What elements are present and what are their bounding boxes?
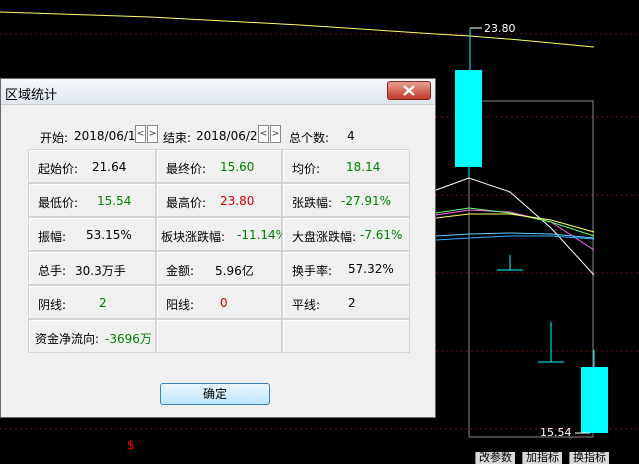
count-value: 4 [347,129,355,143]
stat-amount: 金额: 5.96亿 [156,251,282,285]
stat-sector-change: 板块涨跌幅: -11.14% [156,217,287,251]
stat-start-price: 起始价: 21.64 [28,149,156,183]
stat-down-candles: 阴线: 2 [28,285,156,319]
end-next-button[interactable]: > [270,125,281,143]
start-date: 2018/06/15 [74,129,144,143]
ok-button[interactable]: 确定 [160,383,270,405]
signal-marker: $ [127,438,135,452]
candle-1 [455,70,482,167]
stat-high-price: 最高价: 23.80 [156,183,282,217]
stat-change-pct: 张跌幅: -27.91% [282,183,410,217]
start-next-button[interactable]: > [147,125,158,143]
high-price-label: 23.80 [484,22,516,35]
tab-add-indicator[interactable]: 加指标 [522,452,562,464]
stat-amplitude: 振幅: 53.15% [28,217,156,251]
range-stats-dialog: 区域统计 开始: 2018/06/15 < > 结束: 2018/06/21 <… [0,78,436,418]
count-label: 总个数: [289,131,330,145]
stat-end-price: 最终价: 15.60 [156,149,282,183]
stat-total-volume: 总手: 30.3万手 [28,251,156,285]
close-icon [403,85,415,96]
stat-turnover: 换手率: 57.32% [282,251,410,285]
end-prev-button[interactable]: < [258,125,269,143]
stat-up-candles: 阳线: 0 [156,285,282,319]
end-date: 2018/06/21 [196,129,266,143]
date-range-row: 开始: 2018/06/15 < > 结束: 2018/06/21 < > 总个… [28,123,410,147]
low-price-label: 15.54 [540,426,572,439]
start-label: 开始: [40,131,69,145]
selection-box [468,100,594,438]
stat-empty-1 [156,319,282,353]
stat-net-fund-flow: 资金净流向: -3696万 [28,319,156,353]
candle-4 [581,367,608,433]
stat-avg-price: 均价: 18.14 [282,149,410,183]
stat-low-price: 最低价: 15.54 [28,183,156,217]
tab-change-params[interactable]: 改参数 [475,452,515,464]
dialog-titlebar[interactable]: 区域统计 [1,79,435,105]
dialog-content: 开始: 2018/06/15 < > 结束: 2018/06/21 < > 总个… [28,123,410,354]
stats-grid: 起始价: 21.64 最终价: 15.60 均价: 18.14 最低价: 15.54 最… [28,149,410,355]
stat-flat-candles: 平线: 2 [282,285,410,319]
dialog-title: 区域统计 [5,88,58,103]
tab-switch-indicator[interactable]: 换指标 [569,452,609,464]
close-button[interactable] [387,81,431,100]
end-label: 结束: [163,131,192,145]
stat-market-change: 大盘涨跌幅: -7.61% [282,217,410,251]
start-prev-button[interactable]: < [135,125,146,143]
stat-empty-2 [282,319,410,353]
